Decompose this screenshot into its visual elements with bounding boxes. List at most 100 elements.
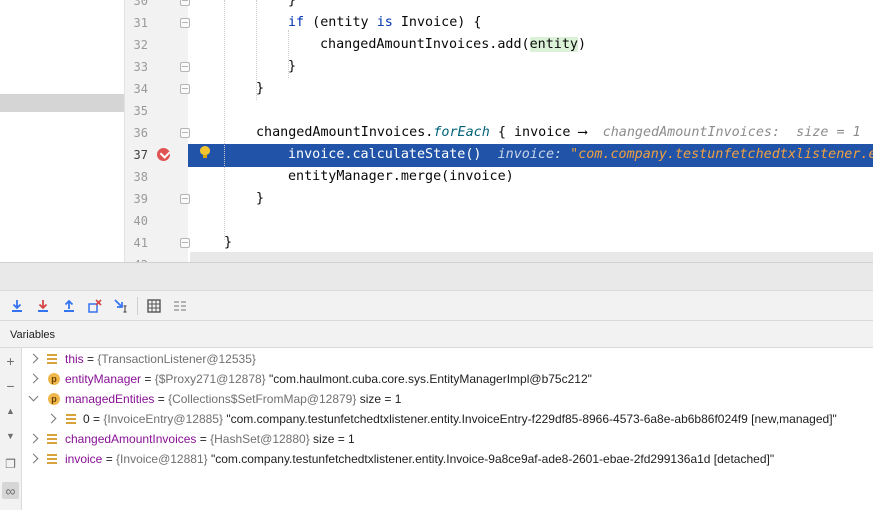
variable-value: size = 1	[309, 432, 355, 446]
line-number: 31	[133, 16, 148, 30]
variable-type: {Collections$SetFromMap@12879}	[168, 392, 357, 406]
variable-row[interactable]: invoice = {Invoice@12881} "com.company.t…	[22, 449, 873, 469]
expand-chevron-icon[interactable]	[28, 433, 39, 444]
variable-type: {$Proxy271@12878}	[154, 372, 266, 386]
line-number: 42	[124, 254, 148, 262]
lightbulb-icon[interactable]	[200, 146, 210, 158]
inline-debug-value: "com.company.testunfetchedtxlistener.en	[570, 147, 873, 162]
trace-icon[interactable]	[172, 298, 188, 314]
copy-icon[interactable]: ❐	[2, 455, 19, 472]
field-icon	[46, 353, 58, 365]
code-line[interactable]: 40	[0, 210, 873, 232]
variable-value: size = 1	[356, 392, 402, 406]
code-fragment: (entity	[304, 15, 377, 30]
code-line[interactable]: 32 changedAmountInvoices.add(entity)	[0, 34, 873, 56]
code-line[interactable]: 31 if (entity is Invoice) {	[0, 12, 873, 34]
expand-chevron-icon[interactable]	[28, 373, 39, 384]
line-number: 35	[133, 104, 148, 118]
variables-tree[interactable]: this = {TransactionListener@12535} p ent…	[22, 348, 873, 510]
run-to-cursor-icon[interactable]	[113, 298, 129, 314]
variable-row[interactable]: p managedEntities = {Collections$SetFrom…	[22, 389, 873, 409]
code-line[interactable]: 36 changedAmountInvoices.forEach { invoi…	[0, 122, 873, 144]
line-number: 39	[133, 192, 148, 206]
inline-debug-label: invoice:	[497, 147, 563, 162]
field-icon	[46, 433, 58, 445]
fold-marker-icon[interactable]	[180, 128, 190, 138]
code-text: }	[256, 81, 265, 96]
fold-marker-icon[interactable]	[180, 84, 190, 94]
step-into-icon[interactable]	[35, 298, 51, 314]
add-watch-icon[interactable]: +	[2, 352, 19, 369]
code-fragment: invoice.calculateState()	[288, 147, 482, 162]
code-text: entityManager.merge(invoice)	[288, 169, 514, 184]
line-number: 37	[133, 148, 148, 162]
line-number: 36	[133, 126, 148, 140]
variable-name: invoice	[65, 452, 103, 466]
code-fragment: changedAmountInvoices.add(	[320, 37, 530, 52]
fold-marker-icon[interactable]	[180, 194, 190, 204]
fold-marker-icon[interactable]	[180, 0, 190, 6]
property-icon: p	[48, 393, 60, 405]
code-line[interactable]: 33 }	[0, 56, 873, 78]
collapse-chevron-icon[interactable]	[28, 391, 39, 402]
variable-row[interactable]: 0 = {InvoiceEntry@12885} "com.company.te…	[22, 409, 873, 429]
variable-type: {InvoiceEntry@12885}	[103, 412, 223, 426]
inline-debug-value: changedAmountInvoices: size = 1	[602, 125, 861, 140]
field-icon	[46, 453, 58, 465]
method-call: forEach	[433, 125, 490, 140]
code-line[interactable]: 38 entityManager.merge(invoice)	[0, 166, 873, 188]
step-over-icon[interactable]	[9, 298, 25, 314]
code-line[interactable]: 34 }	[0, 78, 873, 100]
current-execution-line[interactable]: 37 invoice.calculateState() invoice: "co…	[0, 144, 873, 166]
debugger-header	[0, 262, 873, 290]
code-text: }	[256, 191, 265, 206]
variable-name: 0	[83, 412, 90, 426]
drop-frame-icon[interactable]	[87, 298, 103, 314]
code-text: }	[224, 235, 233, 250]
move-down-icon[interactable]: ▼	[2, 427, 19, 444]
variable-row[interactable]: changedAmountInvoices = {HashSet@12880} …	[22, 429, 873, 449]
fold-marker-icon[interactable]	[180, 18, 190, 28]
keyword: is	[376, 15, 393, 30]
variable-row[interactable]: this = {TransactionListener@12535}	[22, 349, 873, 369]
variable-type: {Invoice@12881}	[116, 452, 208, 466]
variable-name: changedAmountInvoices	[65, 432, 197, 446]
step-out-icon[interactable]	[61, 298, 77, 314]
variable-row[interactable]: p entityManager = {$Proxy271@12878} "com…	[22, 369, 873, 389]
expand-chevron-icon[interactable]	[28, 353, 39, 364]
line-number: 38	[133, 170, 148, 184]
evaluate-icon[interactable]	[146, 298, 162, 314]
expand-chevron-icon[interactable]	[28, 453, 39, 464]
variable-value: "com.company.testunfetchedtxlistener.ent…	[210, 452, 775, 466]
property-icon: p	[48, 373, 60, 385]
variables-header: Variables	[0, 320, 873, 348]
variables-side-toolbar: + − ▲ ▼ ❐ ∞	[0, 348, 22, 510]
line-number: 32	[133, 38, 148, 52]
toolbar-separator	[137, 297, 138, 315]
keyword: if	[288, 15, 305, 30]
remove-watch-icon[interactable]: −	[2, 377, 19, 394]
expand-chevron-icon[interactable]	[46, 413, 57, 424]
code-line[interactable]: 35	[0, 100, 873, 122]
code-editor[interactable]: 30 } 31 if (entity is Invoice) { 32 chan…	[0, 0, 873, 262]
code-line[interactable]: 41 }	[0, 232, 873, 254]
code-text: }	[288, 59, 297, 74]
line-number: 33	[133, 60, 148, 74]
horizontal-scrollbar[interactable]	[190, 252, 873, 262]
fold-marker-icon[interactable]	[180, 238, 190, 248]
code-text: changedAmountInvoices.forEach { invoice …	[256, 122, 861, 144]
line-number: 30	[133, 0, 148, 8]
code-line[interactable]: 39 }	[0, 188, 873, 210]
code-fragment: )	[577, 37, 587, 52]
breakpoint-icon[interactable]	[157, 148, 170, 161]
fold-marker-icon[interactable]	[180, 62, 190, 72]
variable-type: {TransactionListener@12535}	[97, 352, 256, 366]
highlighted-usage: entity	[529, 37, 578, 52]
line-number: 34	[133, 82, 148, 96]
code-text: invoice.calculateState() invoice: "com.c…	[288, 144, 873, 166]
code-text: changedAmountInvoices.add(entity)	[320, 34, 586, 56]
move-up-icon[interactable]: ▲	[2, 402, 19, 419]
code-text: if (entity is Invoice) {	[288, 12, 482, 34]
code-line[interactable]: 30 }	[0, 0, 873, 12]
watches-glasses-icon[interactable]: ∞	[2, 482, 19, 499]
